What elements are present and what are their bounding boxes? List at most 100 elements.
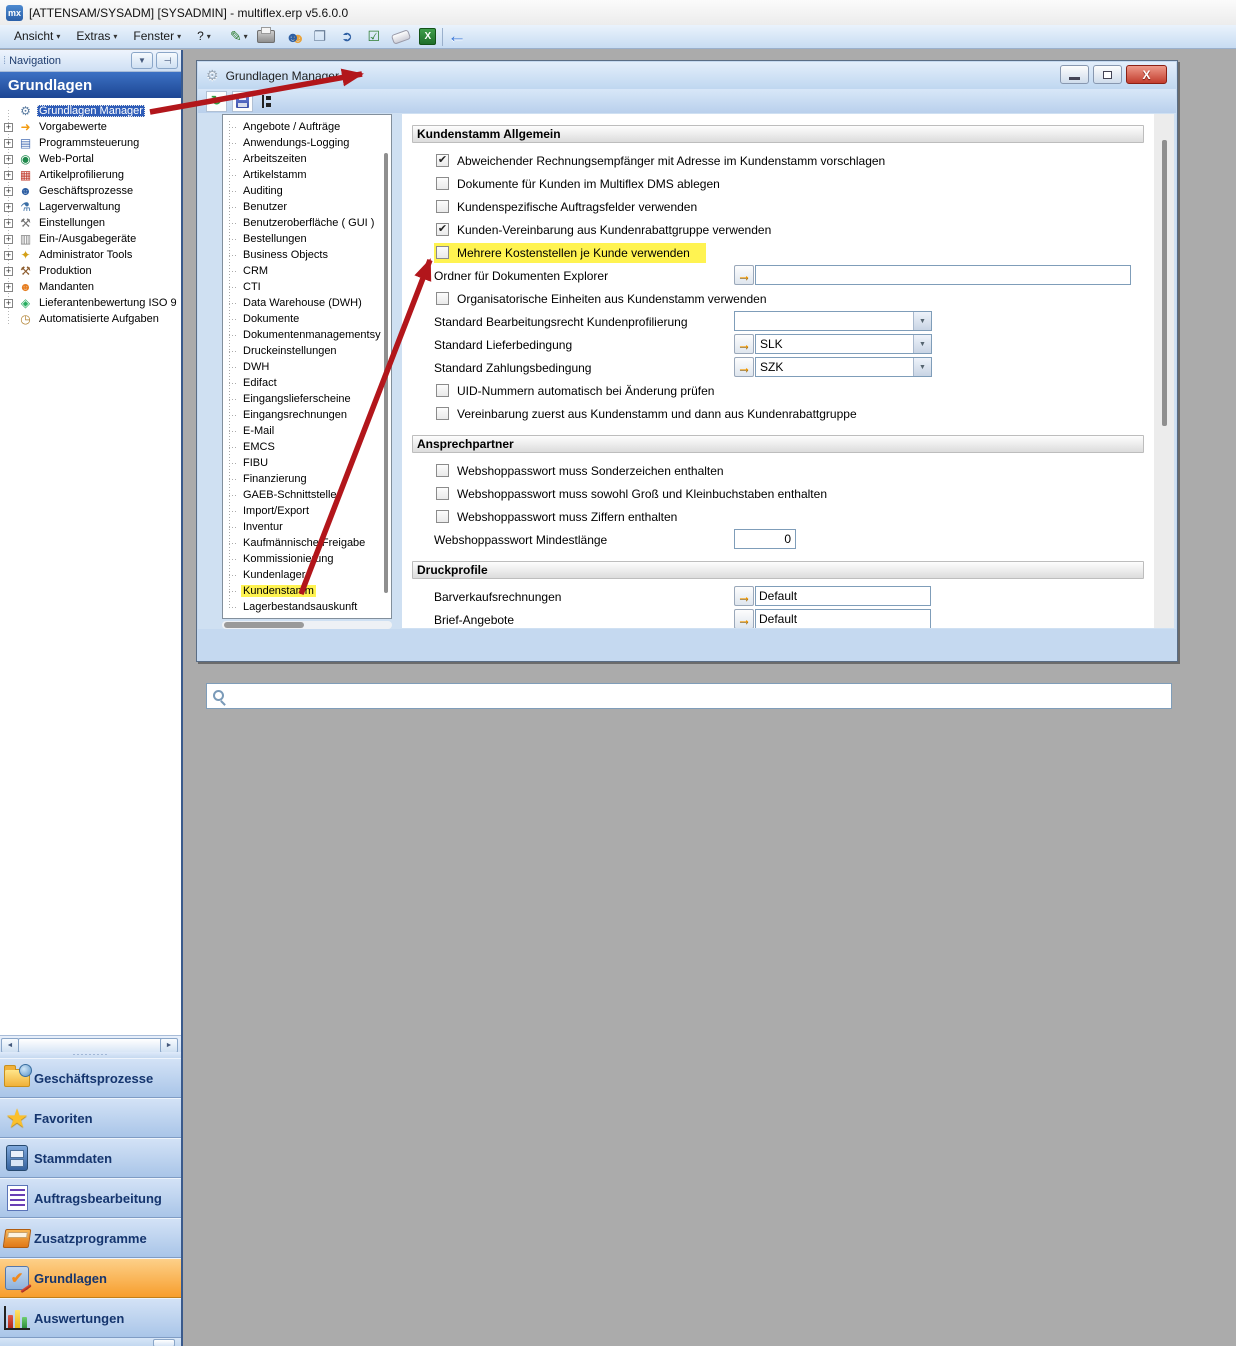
expand-icon[interactable]: + [4, 203, 13, 212]
nav-button-auswertungen[interactable]: Auswertungen [0, 1298, 181, 1338]
checkbox-webshoppasswort-muss-ziffern-enthalten[interactable]: Webshoppasswort muss Ziffern enthalten [434, 507, 681, 527]
category-cti[interactable]: CTI [223, 279, 391, 295]
scroll-left-icon[interactable]: ◄ [1, 1038, 19, 1053]
category-finanzierung[interactable]: Finanzierung [223, 471, 391, 487]
sidebar-item-programmsteuerung[interactable]: +▤Programmsteuerung [0, 135, 181, 151]
menu-ansicht[interactable]: Ansicht▾ [6, 27, 68, 46]
category-bestellungen[interactable]: Bestellungen [223, 231, 391, 247]
dialog-titlebar[interactable]: ⚙ Grundlagen Manager [198, 62, 1176, 89]
checkbox-dokumente-f-r-kunden-im-multiflex-dms-ab[interactable]: Dokumente für Kunden im Multiflex DMS ab… [434, 174, 724, 194]
checkbox-kundenspezifische-auftragsfelder-verwend[interactable]: Kundenspezifische Auftragsfelder verwend… [434, 197, 701, 217]
category-dokumente[interactable]: Dokumente [223, 311, 391, 327]
category-dwh[interactable]: DWH [223, 359, 391, 375]
sidebar-item-administrator-tools[interactable]: +✦Administrator Tools [0, 247, 181, 263]
number-input-webshoppasswort-mindestl-nge[interactable] [734, 529, 796, 549]
sidebar-item-ein-ausgabeger-te[interactable]: +▥Ein-/Ausgabegeräte [0, 231, 181, 247]
close-button[interactable]: X [1126, 65, 1167, 84]
collapse-button[interactable]: ▼ [131, 52, 153, 69]
eraser-icon[interactable] [391, 27, 411, 46]
printer-icon[interactable] [256, 27, 276, 46]
nav-button-zusatzprogramme[interactable]: Zusatzprogramme [0, 1218, 181, 1258]
category-eingangsrechnungen[interactable]: Eingangsrechnungen [223, 407, 391, 423]
lookup-arrow-button[interactable]: → [734, 586, 754, 606]
category-inventur[interactable]: Inventur [223, 519, 391, 535]
expand-icon[interactable]: + [4, 267, 13, 276]
category-kundenlager[interactable]: Kundenlager [223, 567, 391, 583]
sidebar-item-web-portal[interactable]: +◉Web-Portal [0, 151, 181, 167]
checkbox-webshoppasswort-muss-sonderzeichen-entha[interactable]: Webshoppasswort muss Sonderzeichen entha… [434, 461, 728, 481]
lookup-arrow-button[interactable]: → [734, 357, 754, 377]
checkbox-mehrere-kostenstellen-je-kunde-verwenden[interactable]: Mehrere Kostenstellen je Kunde verwenden [434, 243, 706, 263]
sidebar-item-lieferantenbewertung-iso-9[interactable]: +◈Lieferantenbewertung ISO 9 [0, 295, 181, 311]
category-dokumentenmanagementsy[interactable]: Dokumentenmanagementsy [223, 327, 391, 343]
chevron-down-icon[interactable]: ▼ [913, 335, 931, 353]
category-crm[interactable]: CRM [223, 263, 391, 279]
settings-scrollbar[interactable] [1154, 114, 1174, 628]
text-input-ordner-f-r-dokumenten-explorer[interactable] [755, 265, 1131, 285]
expand-icon[interactable]: + [4, 187, 13, 196]
nav-button-gesch-ftsprozesse[interactable]: Geschäftsprozesse [0, 1058, 181, 1098]
expand-icon[interactable]: + [4, 283, 13, 292]
scroll-right-icon[interactable]: ► [160, 1038, 178, 1053]
category-artikelstamm[interactable]: Artikelstamm [223, 167, 391, 183]
expand-icon[interactable]: + [4, 219, 13, 228]
dropdown-standard-bearbeitungsrecht-kundenprofili[interactable]: ▼ [734, 311, 932, 331]
checkbox-kunden-vereinbarung-aus-kundenrabattgrup[interactable]: ✔Kunden-Vereinbarung aus Kundenrabattgru… [434, 220, 775, 240]
treeview-icon[interactable] [258, 91, 279, 112]
text-input-barverkaufsrechnungen[interactable] [755, 586, 931, 606]
pin-button[interactable]: ⊤ [156, 52, 178, 69]
overflow-button[interactable] [153, 1339, 175, 1346]
category-gaeb-schnittstelle[interactable]: GAEB-Schnittstelle [223, 487, 391, 503]
expand-icon[interactable]: + [4, 155, 13, 164]
category-data-warehouse-dwh[interactable]: Data Warehouse (DWH) [223, 295, 391, 311]
lookup-arrow-button[interactable]: → [734, 265, 754, 285]
sidebar-item-automatisierte-aufgaben[interactable]: ◷Automatisierte Aufgaben [0, 311, 181, 327]
excel-icon[interactable]: X [418, 27, 438, 46]
export-icon[interactable]: ➲ [337, 27, 357, 46]
category-arbeitszeiten[interactable]: Arbeitszeiten [223, 151, 391, 167]
lookup-arrow-button[interactable]: → [734, 609, 754, 628]
expand-icon[interactable]: + [4, 299, 13, 308]
dropdown-standard-lieferbedingung[interactable]: SLK▼ [755, 334, 932, 354]
maximize-button[interactable] [1093, 65, 1122, 84]
category-angebote-auftr-ge[interactable]: Angebote / Aufträge [223, 119, 391, 135]
nav-button-auftragsbearbeitung[interactable]: Auftragsbearbeitung [0, 1178, 181, 1218]
expand-icon[interactable]: + [4, 139, 13, 148]
category-anwendungs-logging[interactable]: Anwendungs-Logging [223, 135, 391, 151]
sidebar-item-mandanten[interactable]: +☻Mandanten [0, 279, 181, 295]
search-input[interactable] [230, 685, 1171, 707]
minimize-button[interactable] [1060, 65, 1089, 84]
category-edifact[interactable]: Edifact [223, 375, 391, 391]
expand-icon[interactable]: + [4, 123, 13, 132]
category-auditing[interactable]: Auditing [223, 183, 391, 199]
checkbox-abweichender-rechnungsempf-nger-mit-adre[interactable]: ✔Abweichender Rechnungsempfänger mit Adr… [434, 151, 889, 171]
category-kaufm-nnische-freigabe[interactable]: Kaufmännische Freigabe [223, 535, 391, 551]
sidebar-item-einstellungen[interactable]: +⚒Einstellungen [0, 215, 181, 231]
back-arrow-icon[interactable]: ← [447, 27, 467, 46]
nav-button-grundlagen[interactable]: ✔Grundlagen [0, 1258, 181, 1298]
expand-icon[interactable]: + [4, 171, 13, 180]
menu-fenster[interactable]: Fenster▾ [125, 27, 189, 46]
sidebar-item-produktion[interactable]: +⚒Produktion [0, 263, 181, 279]
scrollbar-thumb[interactable] [1162, 140, 1167, 426]
text-input-brief-angebote[interactable] [755, 609, 931, 628]
nav-button-stammdaten[interactable]: Stammdaten [0, 1138, 181, 1178]
menu-help[interactable]: ?▾ [189, 27, 219, 46]
category-kommissionierung[interactable]: Kommissionierung [223, 551, 391, 567]
sidebar-item-grundlagen-manager[interactable]: ⚙Grundlagen Manager [0, 103, 181, 119]
category-emcs[interactable]: EMCS [223, 439, 391, 455]
category-lagerbestandsauskunft[interactable]: Lagerbestandsauskunft [223, 599, 391, 615]
sidebar-item-artikelprofilierung[interactable]: +▦Artikelprofilierung [0, 167, 181, 183]
user-edit-icon[interactable]: ✎▾ [229, 27, 249, 46]
menu-extras[interactable]: Extras▾ [68, 27, 125, 46]
chevron-down-icon[interactable]: ▼ [913, 312, 931, 330]
refresh-icon[interactable]: ↻ [206, 91, 227, 112]
checkbox-organisatorische-einheiten-aus-kundensta[interactable]: Organisatorische Einheiten aus Kundensta… [434, 289, 771, 309]
category-business-objects[interactable]: Business Objects [223, 247, 391, 263]
save-icon[interactable] [232, 91, 253, 112]
checkbox-uid-nummern-automatisch-bei-nderung-pr-f[interactable]: UID-Nummern automatisch bei Änderung prü… [434, 381, 718, 401]
sidebar-item-lagerverwaltung[interactable]: +⚗Lagerverwaltung [0, 199, 181, 215]
checkbox-vereinbarung-zuerst-aus-kundenstamm-und-[interactable]: Vereinbarung zuerst aus Kundenstamm und … [434, 404, 861, 424]
expand-icon[interactable]: + [4, 235, 13, 244]
category-eingangslieferscheine[interactable]: Eingangslieferscheine [223, 391, 391, 407]
